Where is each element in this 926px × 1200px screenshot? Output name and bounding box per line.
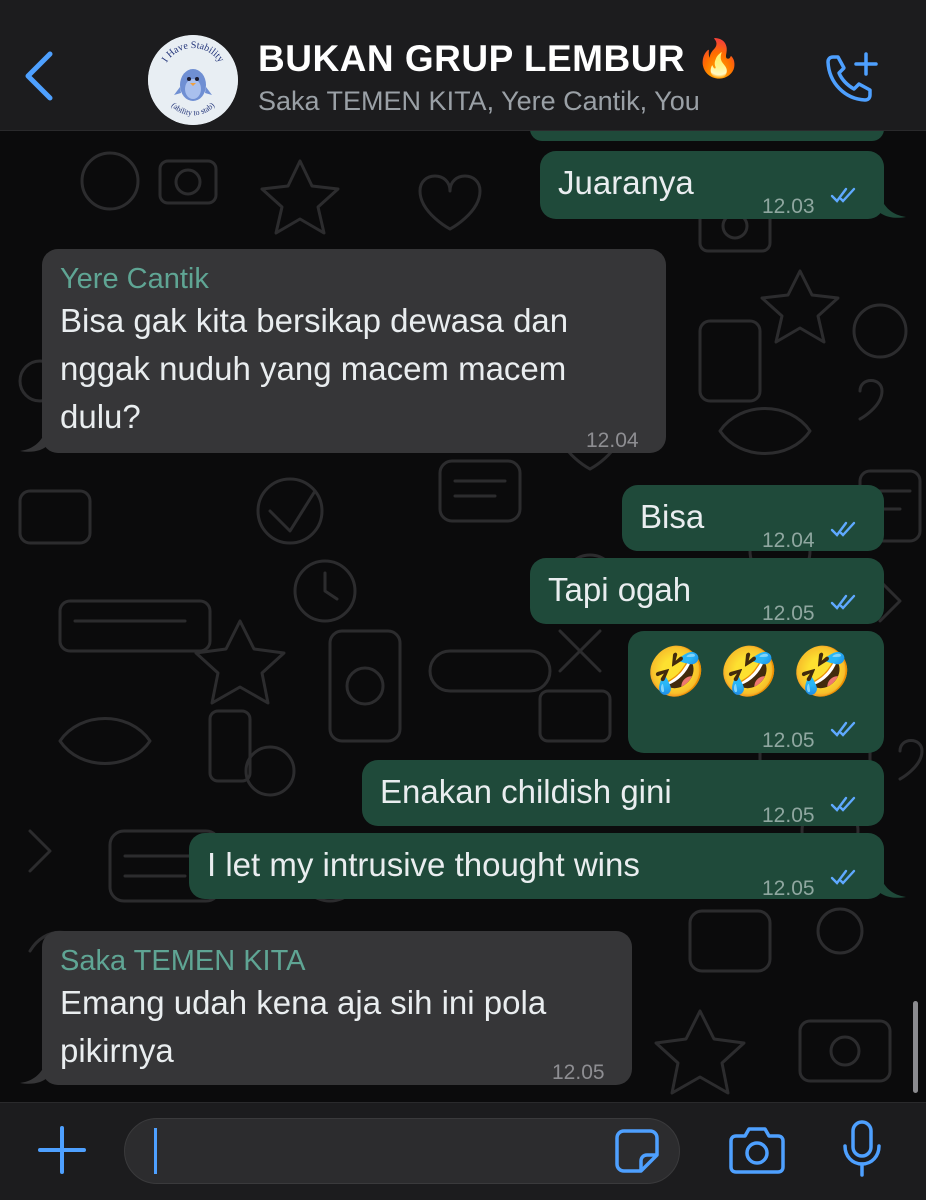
microphone-button[interactable] [838,1118,886,1180]
message-input[interactable] [124,1118,680,1184]
sender-name: Yere Cantik [60,263,209,295]
message-text: Bisa [640,498,705,535]
bubble-tail [20,423,48,452]
back-button[interactable] [18,46,58,106]
plus-icon [38,1126,86,1174]
message-time: 12.04 [586,429,639,452]
double-check-icon [830,187,856,203]
message-text: Juaranya [558,164,694,201]
message-text: I let my intrusive thought wins [207,846,640,883]
group-members[interactable]: Saka TEMEN KITA, Yere Cantik, You [258,86,700,117]
add-call-icon [826,52,878,102]
bubble-tail [878,869,906,898]
message-time: 12.05 [762,877,815,900]
chat-title[interactable]: BUKAN GRUP LEMBUR 🔥 [258,38,743,81]
message-text-line: dulu? [60,398,141,435]
penguin-logo: I Have Stability (ability to stab) [148,35,238,125]
message-text-line: Emang udah kena aja sih ini pola [60,984,547,1021]
message-time: 12.05 [762,729,815,752]
message-bubble-partial [530,131,884,141]
message-time: 12.03 [762,195,815,218]
double-check-icon [830,521,856,537]
group-avatar[interactable]: I Have Stability (ability to stab) [148,35,238,125]
incoming-message[interactable]: Yere Cantik Bisa gak kita bersikap dewas… [42,249,666,453]
microphone-icon [843,1120,881,1177]
outgoing-message[interactable]: Juaranya 12.03 [540,151,884,219]
outgoing-message-emoji[interactable]: 🤣 🤣 🤣 12.05 [628,631,884,753]
message-list[interactable]: Juaranya 12.03 Yere Cantik Bisa gak kita… [0,131,926,1102]
message-time: 12.05 [552,1061,605,1084]
camera-icon [729,1127,785,1174]
double-check-icon [830,796,856,812]
double-check-icon [830,721,856,737]
outgoing-message[interactable]: Enakan childish gini 12.05 [362,760,884,827]
attach-button[interactable] [36,1124,88,1176]
incoming-message[interactable]: Saka TEMEN KITA Emang udah kena aja sih … [42,931,632,1085]
sticker-icon [615,1129,659,1173]
sender-name: Saka TEMEN KITA [60,945,306,977]
message-text: Enakan childish gini [380,773,672,810]
outgoing-message[interactable]: I let my intrusive thought wins 12.05 [189,833,884,900]
message-emoji: 🤣 🤣 🤣 [646,646,852,699]
message-text-line: nggak nuduh yang macem macem [60,350,567,387]
bubble-tail [878,189,906,218]
outgoing-message[interactable]: Bisa 12.04 [622,485,884,552]
double-check-icon [830,594,856,610]
scrollbar[interactable] [913,1001,918,1093]
text-caret [154,1128,157,1174]
camera-button[interactable] [728,1122,786,1176]
add-call-button[interactable] [818,48,880,110]
message-text: Tapi ogah [548,571,692,608]
message-text-line: pikirnya [60,1032,174,1069]
double-check-icon [830,869,856,885]
sticker-button[interactable] [614,1128,660,1174]
chevron-left-icon [25,51,53,101]
bubble-tail [20,1055,48,1084]
outgoing-message[interactable]: Tapi ogah 12.05 [530,558,884,625]
message-text-line: Bisa gak kita bersikap dewasa dan [60,302,569,339]
